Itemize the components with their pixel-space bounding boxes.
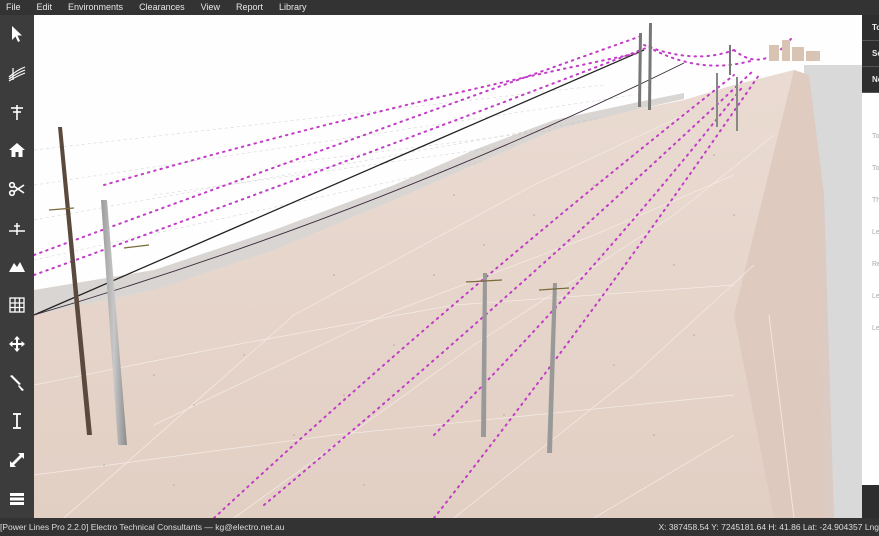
status-app-info: [Power Lines Pro 2.2.0] Electro Technica…	[0, 522, 285, 532]
conductor-icon	[8, 66, 26, 82]
properties-panel: To Se Ne To To Th Le Re Le Le	[862, 15, 879, 518]
tool-palette	[0, 15, 34, 518]
menu-file[interactable]: File	[0, 0, 31, 15]
house-tool[interactable]	[0, 131, 34, 170]
scissors-icon	[8, 181, 25, 197]
menu-clearances[interactable]: Clearances	[133, 0, 195, 15]
pointer-tool[interactable]	[0, 15, 34, 54]
help-line: Le	[872, 229, 879, 236]
knife-tool[interactable]	[0, 363, 34, 402]
move-icon	[9, 335, 25, 352]
grid-tool[interactable]	[0, 286, 34, 325]
pole-far-3[interactable]	[716, 73, 718, 127]
zoom-extents-tool[interactable]	[0, 441, 34, 480]
help-line: Le	[872, 293, 879, 300]
layers-tool[interactable]	[0, 479, 34, 518]
panel-tab-2[interactable]: Se	[862, 41, 879, 67]
menu-edit[interactable]: Edit	[31, 0, 63, 15]
clearance-measure-icon	[13, 413, 21, 430]
move-tool[interactable]	[0, 325, 34, 364]
cut-tool[interactable]	[0, 170, 34, 209]
scene-canvas[interactable]	[34, 15, 862, 518]
knife-icon	[10, 374, 24, 391]
panel-tab-1[interactable]: To	[862, 15, 879, 41]
conductor-tool[interactable]	[0, 54, 34, 93]
help-line: To	[872, 165, 879, 172]
help-line: To	[872, 133, 879, 140]
menu-view[interactable]: View	[195, 0, 230, 15]
menu-bar: File Edit Environments Clearances View R…	[0, 0, 879, 15]
pointer-icon	[12, 26, 22, 43]
pole-far-4[interactable]	[736, 77, 738, 131]
layers-icon	[10, 492, 24, 505]
help-line: Th	[872, 197, 879, 204]
grid-icon	[9, 297, 25, 313]
menu-report[interactable]: Report	[230, 0, 273, 15]
pole-icon	[11, 104, 23, 120]
terrain-tool[interactable]	[0, 247, 34, 286]
3d-viewport[interactable]	[34, 15, 862, 518]
panel-help-text: To To Th Le Re Le Le	[862, 93, 879, 485]
status-bar: [Power Lines Pro 2.2.0] Electro Technica…	[0, 518, 879, 536]
pole-tool[interactable]	[0, 92, 34, 131]
help-line: Re	[872, 261, 879, 268]
span-split-icon	[9, 222, 25, 235]
clearance-measure-tool[interactable]	[0, 402, 34, 441]
panel-tab-3[interactable]: Ne	[862, 67, 879, 93]
menu-environments[interactable]: Environments	[62, 0, 133, 15]
split-span-tool[interactable]	[0, 208, 34, 247]
house-icon	[9, 143, 25, 158]
help-line: Le	[872, 325, 879, 332]
status-coordinates: X: 387458.54 Y: 7245181.64 H: 41.86 Lat:…	[658, 522, 879, 532]
menu-library[interactable]: Library	[273, 0, 317, 15]
pole-far-5[interactable]	[729, 45, 731, 75]
expand-icon	[10, 452, 24, 467]
terrain-icon	[9, 262, 25, 273]
